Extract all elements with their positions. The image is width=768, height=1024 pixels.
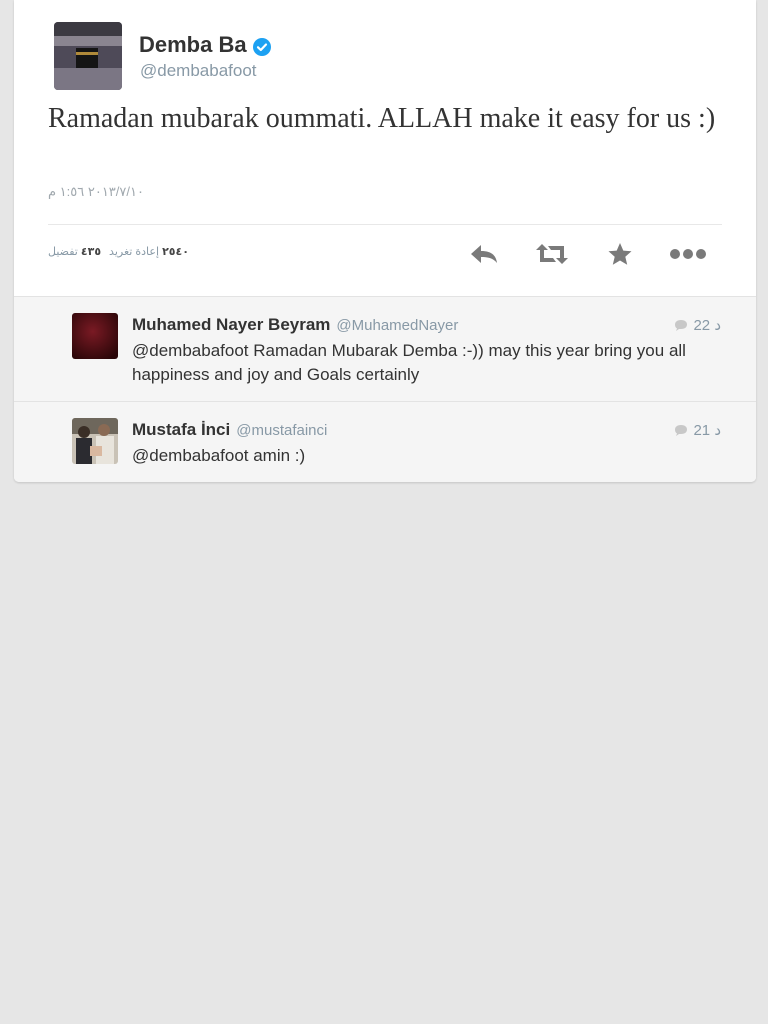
more-dots-icon — [670, 249, 706, 259]
tweet-text: Ramadan mubarak oummati. ALLAH make it e… — [48, 103, 716, 134]
favorites-label: تفضيل — [48, 246, 78, 258]
author-name[interactable]: Demba Ba — [139, 32, 247, 58]
reply-author-name[interactable]: Muhamed Nayer Beyram — [132, 315, 330, 335]
comment-bubble-icon — [675, 320, 688, 331]
more-button[interactable] — [654, 240, 722, 268]
retweets-count: ٢٥٤٠ — [162, 246, 189, 258]
reply-time: 21 د — [674, 421, 721, 439]
replies-list: Muhamed Nayer Beyram @MuhamedNayer 22 د … — [14, 297, 756, 482]
retweet-button[interactable] — [518, 240, 586, 268]
list-item[interactable]: Mustafa İnci @mustafainci 21 د @dembabaf… — [14, 402, 756, 482]
reply-text: @dembabafoot amin :) — [132, 446, 306, 465]
reply-header: Muhamed Nayer Beyram @MuhamedNayer — [132, 315, 458, 335]
reply-time: 22 د — [674, 316, 721, 334]
reply-time-text: 22 د — [693, 317, 721, 334]
favorite-button[interactable] — [586, 240, 654, 268]
author-handle[interactable]: @dembabafoot — [140, 61, 257, 81]
star-icon — [608, 243, 632, 265]
tweet-actions — [450, 240, 722, 268]
favorites-stat[interactable]: ٤٣٥ تفضيل — [48, 245, 101, 258]
tweet-detail-card: Demba Ba @dembabafoot Ramadan mubarak ou… — [14, 0, 756, 482]
verified-badge-icon — [252, 36, 271, 56]
tweet-stats: ٢٥٤٠ إعادة تغريد ٤٣٥ تفضيل — [48, 245, 189, 258]
divider — [48, 224, 722, 225]
retweets-stat[interactable]: ٢٥٤٠ إعادة تغريد — [109, 245, 189, 258]
avatar[interactable] — [72, 418, 118, 464]
main-tweet: Demba Ba @dembabafoot Ramadan mubarak ou… — [14, 0, 756, 297]
reply-author-handle[interactable]: @mustafainci — [236, 422, 327, 439]
tweet-timestamp: ٢٠١٣/٧/١٠ ١:٥٦ م — [48, 184, 144, 199]
avatar[interactable] — [72, 313, 118, 359]
reply-text: @dembabafoot Ramadan Mubarak Demba :-)) … — [132, 341, 686, 384]
reply-icon — [471, 245, 497, 263]
reply-time-text: 21 د — [693, 422, 721, 439]
retweets-label: إعادة تغريد — [109, 246, 160, 258]
favorites-count: ٤٣٥ — [80, 246, 102, 258]
reply-author-handle[interactable]: @MuhamedNayer — [336, 317, 458, 334]
reply-author-name[interactable]: Mustafa İnci — [132, 420, 230, 440]
reply-header: Mustafa İnci @mustafainci — [132, 420, 327, 440]
list-item[interactable]: Muhamed Nayer Beyram @MuhamedNayer 22 د … — [14, 297, 756, 402]
reply-button[interactable] — [450, 240, 518, 268]
retweet-icon — [536, 244, 568, 264]
author-name-row[interactable]: Demba Ba — [139, 32, 271, 58]
comment-bubble-icon — [675, 425, 688, 436]
avatar[interactable] — [54, 22, 122, 90]
